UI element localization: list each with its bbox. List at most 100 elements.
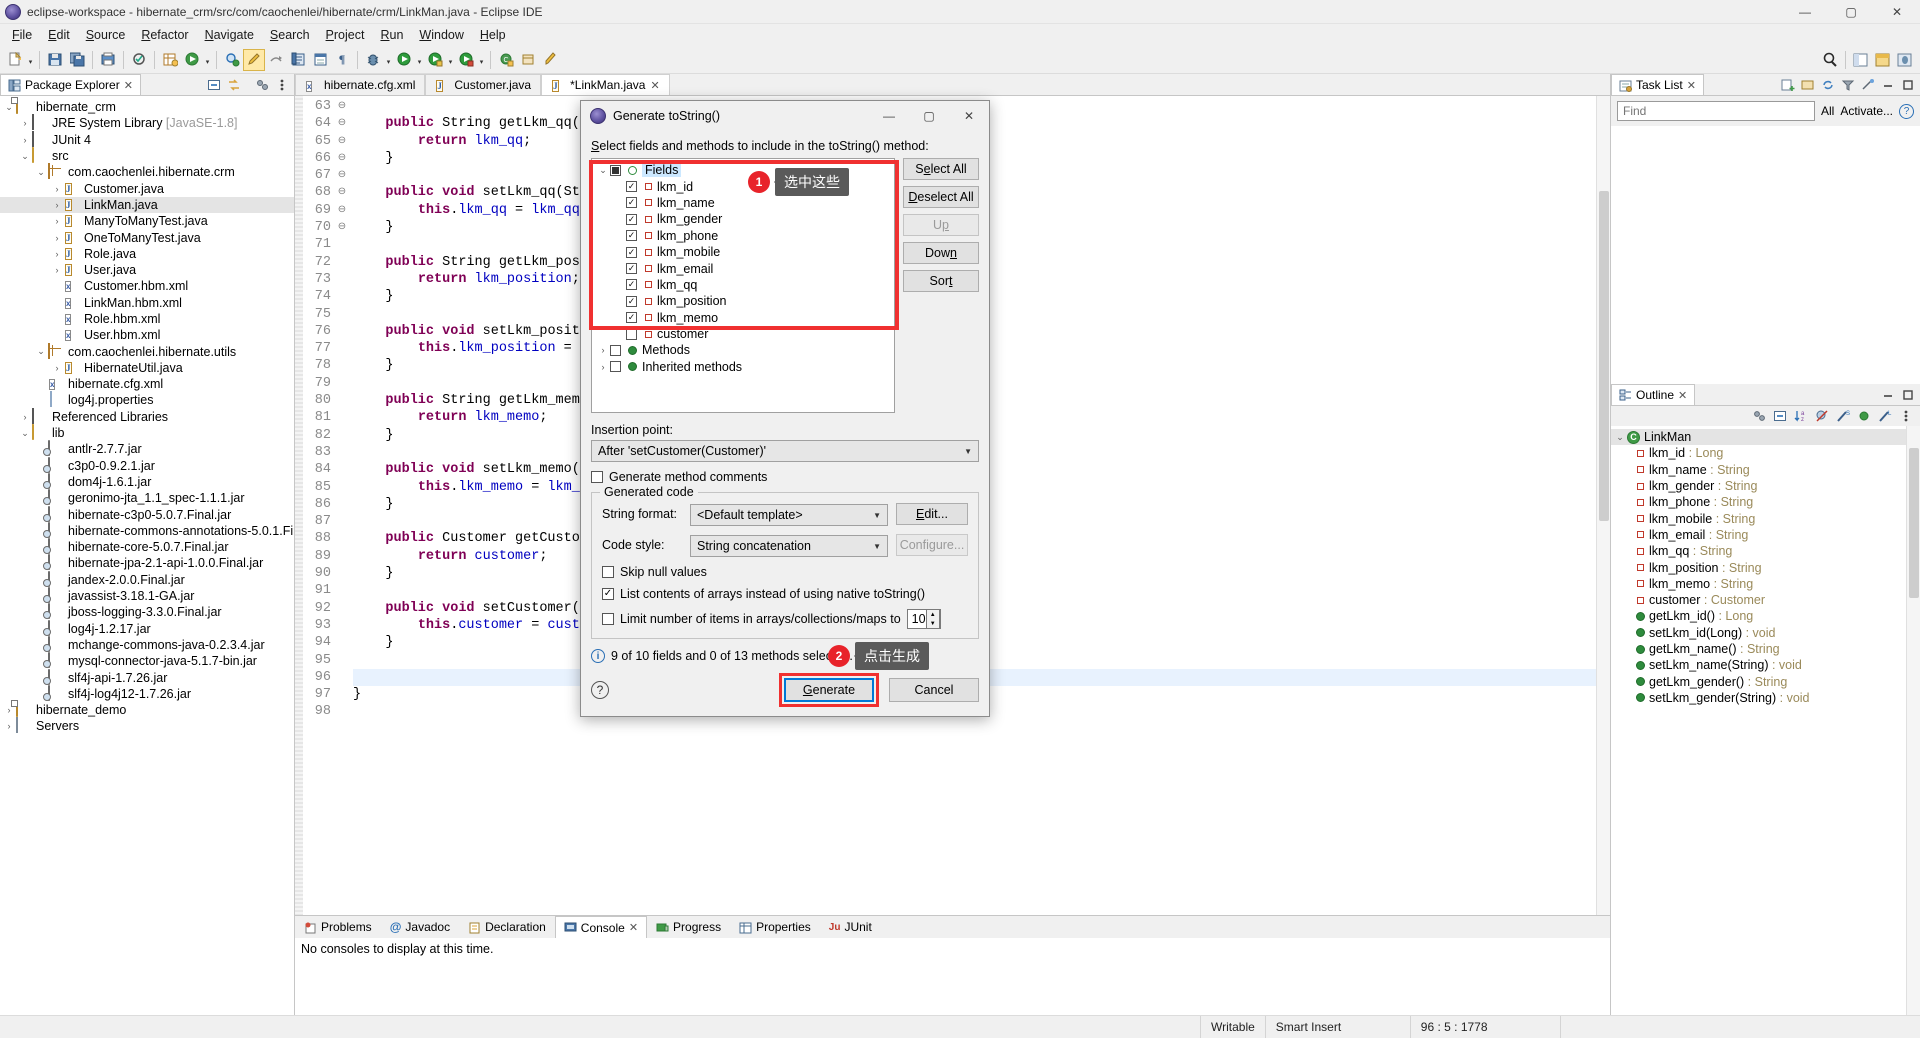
save-all-icon[interactable] <box>66 49 88 71</box>
collapse-all-icon[interactable] <box>205 76 223 94</box>
close-icon[interactable]: ✕ <box>1687 79 1696 92</box>
tree-item[interactable]: javassist-3.18.1-GA.jar <box>0 588 294 604</box>
sync-icon[interactable] <box>1819 76 1837 94</box>
save-icon[interactable] <box>44 49 66 71</box>
list-contents-checkbox[interactable]: ✓ <box>602 588 614 600</box>
twisty-icon[interactable]: › <box>2 721 16 731</box>
tree-item[interactable]: ›JHibernateUtil.java <box>0 360 294 376</box>
editor-vertical-scrollbar[interactable] <box>1596 96 1610 915</box>
outline-body[interactable]: ⌄CLinkManlkm_id : Longlkm_name : Stringl… <box>1611 426 1920 1015</box>
highlighted-pen-icon[interactable] <box>243 49 265 71</box>
field-checkbox[interactable]: ✓ <box>626 263 637 274</box>
fold-marker[interactable]: ⊖ <box>335 98 349 115</box>
hide-nonpublic-icon[interactable] <box>1855 407 1873 425</box>
run-external-dropdown-icon[interactable]: ▾ <box>203 49 212 71</box>
tree-item[interactable]: xhibernate.cfg.xml <box>0 376 294 392</box>
outline-item[interactable]: getLkm_gender() : String <box>1611 673 1920 689</box>
outline-item[interactable]: setLkm_name(String) : void <box>1611 657 1920 673</box>
outline-item[interactable]: lkm_mobile : String <box>1611 510 1920 526</box>
limit-items-spinner[interactable]: 10 ▲ ▼ <box>907 609 941 629</box>
profile-dropdown-icon[interactable]: ▾ <box>477 49 486 71</box>
tree-item[interactable]: ⌄com.caochenlei.hibernate.crm <box>0 164 294 180</box>
outline-item[interactable]: lkm_phone : String <box>1611 494 1920 510</box>
field-checkbox[interactable] <box>610 361 621 372</box>
collapse-all-icon[interactable] <box>1771 407 1789 425</box>
minimize-view-icon[interactable] <box>1879 386 1897 404</box>
tree-item[interactable]: log4j-1.2.17.jar <box>0 621 294 637</box>
tree-item[interactable]: ›JRole.java <box>0 246 294 262</box>
package-explorer-body[interactable]: ⌄hibernate_crm›JRE System Library [JavaS… <box>0 96 294 1015</box>
new-dropdown-icon[interactable]: ▾ <box>26 49 35 71</box>
outline-scrollbar[interactable] <box>1906 426 1920 1015</box>
dialog-tree-item[interactable]: ›Inherited methods <box>592 359 894 375</box>
dialog-minimize-button[interactable]: — <box>869 101 909 131</box>
outline-item[interactable]: customer : Customer <box>1611 592 1920 608</box>
task-find-input[interactable] <box>1617 101 1815 121</box>
editor-tab[interactable]: J*LinkMan.java✕ <box>541 74 670 95</box>
console-body[interactable]: No consoles to display at this time. <box>295 938 1610 1015</box>
tree-item[interactable]: xCustomer.hbm.xml <box>0 278 294 294</box>
fold-marker[interactable]: ⊖ <box>335 202 349 219</box>
fold-marker[interactable]: ⊖ <box>335 115 349 132</box>
tree-item[interactable]: ›JCustomer.java <box>0 180 294 196</box>
field-checkbox[interactable]: ✓ <box>626 214 637 225</box>
bottom-tab-javadoc[interactable]: @Javadoc <box>381 916 459 938</box>
twisty-icon[interactable]: ⌄ <box>596 165 610 176</box>
spinner-down-icon[interactable]: ▼ <box>927 619 939 628</box>
cancel-button[interactable]: Cancel <box>889 678 979 702</box>
perspective-javaee-icon[interactable] <box>1872 49 1894 71</box>
dialog-tree-item[interactable]: ✓lkm_email <box>592 260 894 276</box>
dialog-tree-item[interactable]: ✓lkm_gender <box>592 211 894 227</box>
generate-comments-row[interactable]: Generate method comments <box>591 470 979 484</box>
dialog-tree-item[interactable]: ✓lkm_name <box>592 195 894 211</box>
bottom-tab-problems[interactable]: Problems <box>295 916 381 938</box>
twisty-icon[interactable]: › <box>50 200 64 210</box>
run-icon[interactable] <box>393 49 415 71</box>
perspective-debug-icon[interactable] <box>1894 49 1916 71</box>
open-task-icon[interactable] <box>287 49 309 71</box>
field-checkbox[interactable] <box>610 165 621 176</box>
field-checkbox[interactable]: ✓ <box>626 197 637 208</box>
new-icon[interactable] <box>4 49 26 71</box>
twisty-icon[interactable]: ⌄ <box>34 346 48 357</box>
close-icon[interactable]: ✕ <box>629 921 638 934</box>
focus-icon[interactable] <box>1859 76 1877 94</box>
dialog-tree-item[interactable]: ›Methods <box>592 342 894 358</box>
field-checkbox[interactable]: ✓ <box>626 296 637 307</box>
tree-item[interactable]: ›hibernate_demo <box>0 702 294 718</box>
categorize-icon[interactable] <box>1799 76 1817 94</box>
generate-button[interactable]: Generate <box>784 678 874 702</box>
menu-window[interactable]: Window <box>411 26 471 44</box>
maximize-button[interactable]: ▢ <box>1828 0 1874 24</box>
new-class-icon[interactable]: C <box>495 49 517 71</box>
folding-column[interactable]: ⊖⊖⊖⊖⊖⊖⊖⊖ <box>335 96 349 915</box>
print-icon[interactable] <box>97 49 119 71</box>
field-checkbox[interactable] <box>626 329 637 340</box>
view-filters-icon[interactable] <box>253 76 271 94</box>
run-external-icon[interactable] <box>181 49 203 71</box>
tree-item[interactable]: hibernate-c3p0-5.0.7.Final.jar <box>0 506 294 522</box>
minimize-view-icon[interactable] <box>1879 76 1897 94</box>
tree-item[interactable]: ⌄com.caochenlei.hibernate.utils <box>0 343 294 359</box>
new-task-icon[interactable] <box>1779 76 1797 94</box>
open-view-icon[interactable] <box>309 49 331 71</box>
outline-root[interactable]: ⌄CLinkMan <box>1611 429 1920 445</box>
tree-item[interactable]: log4j.properties <box>0 392 294 408</box>
field-checkbox[interactable]: ✓ <box>626 312 637 323</box>
menu-refactor[interactable]: Refactor <box>133 26 196 44</box>
tree-item[interactable]: hibernate-core-5.0.7.Final.jar <box>0 539 294 555</box>
skip-breakpoints-icon[interactable] <box>265 49 287 71</box>
link-with-editor-icon[interactable] <box>225 76 243 94</box>
tree-item[interactable]: ⌄src <box>0 148 294 164</box>
new-java-package-icon[interactable] <box>159 49 181 71</box>
outline-item[interactable]: lkm_email : String <box>1611 527 1920 543</box>
field-checkbox[interactable]: ✓ <box>626 230 637 241</box>
twisty-icon[interactable]: › <box>596 345 610 355</box>
twisty-icon[interactable]: › <box>50 265 64 275</box>
menu-source[interactable]: Source <box>78 26 134 44</box>
skip-null-checkbox[interactable] <box>602 566 614 578</box>
search-toolbar-icon[interactable] <box>221 49 243 71</box>
fold-marker[interactable]: ⊖ <box>335 133 349 150</box>
outline-tree[interactable]: ⌄CLinkManlkm_id : Longlkm_name : Stringl… <box>1611 426 1920 706</box>
fold-marker[interactable]: ⊖ <box>335 150 349 167</box>
